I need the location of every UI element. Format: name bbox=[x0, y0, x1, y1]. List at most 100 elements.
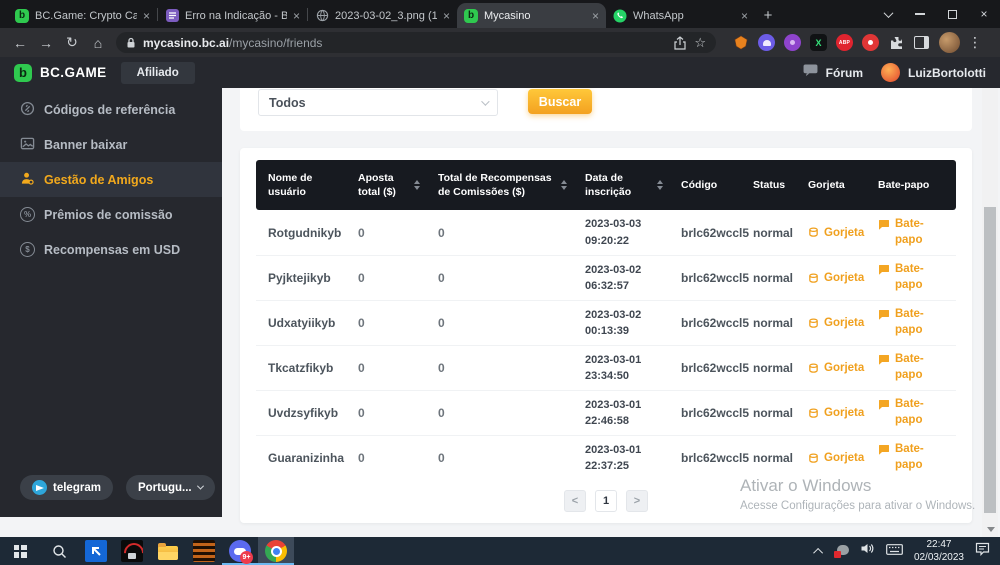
adblock-icon[interactable] bbox=[862, 34, 879, 51]
gorjeta-link[interactable]: Gorjeta bbox=[808, 452, 866, 464]
taskbar-clock[interactable]: 22:47 02/03/2023 bbox=[914, 538, 964, 564]
taskbar-file-explorer[interactable] bbox=[150, 537, 186, 565]
telegram-icon bbox=[32, 480, 47, 495]
batepapo-link[interactable]: Bate-papo bbox=[878, 262, 956, 293]
start-button[interactable] bbox=[0, 537, 40, 565]
taskbar-chrome[interactable] bbox=[258, 537, 294, 565]
chat-icon bbox=[878, 444, 890, 456]
close-window-button[interactable]: × bbox=[968, 0, 1000, 28]
taskbar-app-remote[interactable] bbox=[78, 537, 114, 565]
buscar-button[interactable]: Buscar bbox=[528, 89, 592, 114]
x-extension-icon[interactable]: X bbox=[810, 34, 827, 51]
sidebar-item-codigos[interactable]: Códigos de referência bbox=[0, 92, 222, 127]
batepapo-link[interactable]: Bate-papo bbox=[878, 307, 956, 338]
filter-select[interactable]: Todos bbox=[258, 89, 498, 116]
col-data[interactable]: Data de inscrição bbox=[573, 171, 669, 199]
tab-erro-indicacao[interactable]: Erro na Indicação - BC.Game × bbox=[158, 3, 307, 28]
tab-close-icon[interactable]: × bbox=[592, 9, 599, 23]
taskbar-discord[interactable]: 9+ bbox=[222, 537, 258, 565]
bookmark-star-icon[interactable]: ☆ bbox=[694, 35, 706, 51]
col-aposta[interactable]: Aposta total ($) bbox=[346, 171, 426, 199]
sort-icon[interactable] bbox=[414, 180, 420, 190]
batepapo-link[interactable]: Bate-papo bbox=[878, 442, 956, 473]
batepapo-link[interactable]: Bate-papo bbox=[878, 217, 956, 248]
menu-kebab-icon[interactable]: ⋮ bbox=[968, 34, 982, 51]
cell-codigo: brlc62wccl5 bbox=[669, 451, 741, 465]
language-selector[interactable]: Portugu... bbox=[126, 475, 215, 500]
puzzle-extensions-icon[interactable] bbox=[888, 34, 905, 51]
taskbar-app-game[interactable] bbox=[114, 537, 150, 565]
bcgame-logo[interactable]: b bbox=[14, 64, 32, 82]
taskbar-search-button[interactable] bbox=[40, 537, 78, 565]
new-tab-button[interactable]: + bbox=[755, 3, 781, 28]
scroll-down-arrow[interactable] bbox=[987, 527, 995, 532]
cell-comissoes: 0 bbox=[426, 361, 573, 375]
scrollbar-thumb[interactable] bbox=[984, 207, 996, 513]
next-page-button[interactable]: > bbox=[626, 490, 648, 512]
col-comissoes[interactable]: Total de Recompensas de Comissões ($) bbox=[426, 171, 573, 199]
hidden-icons-chevron[interactable] bbox=[813, 547, 823, 557]
filter-card: Todos Buscar bbox=[240, 88, 972, 131]
tab-image-png[interactable]: 2023-03-02_3.png (1024×76 × bbox=[308, 3, 457, 28]
cell-aposta: 0 bbox=[346, 451, 426, 465]
search-icon bbox=[52, 544, 67, 559]
tab-search-chevron-icon[interactable] bbox=[872, 0, 904, 28]
batepapo-link[interactable]: Bate-papo bbox=[878, 352, 956, 383]
tray-app-icon[interactable] bbox=[834, 545, 849, 558]
share-icon[interactable] bbox=[673, 36, 687, 50]
scrollbar-track[interactable] bbox=[982, 88, 998, 537]
user-avatar[interactable] bbox=[881, 63, 900, 82]
tab-close-icon[interactable]: × bbox=[443, 9, 450, 23]
tab-close-icon[interactable]: × bbox=[293, 9, 300, 23]
minimize-button[interactable] bbox=[904, 0, 936, 28]
touch-keyboard-icon[interactable] bbox=[886, 542, 903, 560]
side-panel-icon[interactable] bbox=[914, 36, 929, 49]
sort-icon[interactable] bbox=[657, 180, 663, 190]
address-bar[interactable]: mycasino.bc.ai/mycasino/friends ☆ bbox=[116, 32, 716, 53]
sidebar-item-gestao-amigos[interactable]: Gestão de Amigos bbox=[0, 162, 222, 197]
cell-data-inscricao: 2023-03-01 22:46:58 bbox=[573, 397, 669, 430]
tab-close-icon[interactable]: × bbox=[741, 9, 748, 23]
coins-icon bbox=[808, 273, 819, 284]
window-controls: × bbox=[872, 0, 1000, 28]
tab-bcgame[interactable]: b BC.Game: Crypto Casino Gam × bbox=[8, 3, 157, 28]
adblock-plus-icon[interactable]: ABP bbox=[836, 34, 853, 51]
cell-aposta: 0 bbox=[346, 316, 426, 330]
discord-icon: 9+ bbox=[229, 540, 251, 562]
gorjeta-link[interactable]: Gorjeta bbox=[808, 272, 866, 284]
sort-icon[interactable] bbox=[561, 180, 567, 190]
prev-page-button[interactable]: < bbox=[564, 490, 586, 512]
tab-close-icon[interactable]: × bbox=[143, 9, 150, 23]
taskbar-app-stripes[interactable] bbox=[186, 537, 222, 565]
action-center-icon[interactable] bbox=[975, 542, 990, 561]
telegram-button[interactable]: telegram bbox=[20, 475, 113, 500]
home-icon[interactable]: ⌂ bbox=[86, 35, 110, 51]
current-page[interactable]: 1 bbox=[595, 490, 617, 512]
cell-aposta: 0 bbox=[346, 361, 426, 375]
forum-link[interactable]: Fórum bbox=[826, 66, 863, 80]
metamask-icon[interactable] bbox=[732, 34, 749, 51]
volume-icon[interactable] bbox=[860, 542, 875, 560]
sidebar-item-recompensas[interactable]: $ Recompensas em USD bbox=[0, 232, 222, 267]
gorjeta-link[interactable]: Gorjeta bbox=[808, 317, 866, 329]
brand-text[interactable]: BC.GAME bbox=[40, 65, 107, 80]
back-icon[interactable]: ← bbox=[8, 35, 32, 51]
afiliado-button[interactable]: Afiliado bbox=[121, 62, 195, 84]
gorjeta-link[interactable]: Gorjeta bbox=[808, 407, 866, 419]
wallet-extension-icon[interactable] bbox=[758, 34, 775, 51]
sidebar-item-banner[interactable]: Banner baixar bbox=[0, 127, 222, 162]
tab-whatsapp[interactable]: WhatsApp × bbox=[606, 3, 755, 28]
reload-icon[interactable]: ↻ bbox=[60, 34, 84, 51]
user-name[interactable]: LuizBortolotti bbox=[908, 66, 986, 80]
batepapo-link[interactable]: Bate-papo bbox=[878, 397, 956, 428]
sidebar-item-premios[interactable]: % Prêmios de comissão bbox=[0, 197, 222, 232]
forward-icon[interactable]: → bbox=[34, 35, 58, 51]
gorjeta-link[interactable]: Gorjeta bbox=[808, 362, 866, 374]
purple-extension-icon[interactable] bbox=[784, 34, 801, 51]
profile-avatar[interactable] bbox=[939, 32, 960, 53]
cell-codigo: brlc62wccl5 bbox=[669, 271, 741, 285]
cell-comissoes: 0 bbox=[426, 451, 573, 465]
maximize-button[interactable] bbox=[936, 0, 968, 28]
tab-mycasino-active[interactable]: b Mycasino × bbox=[457, 3, 606, 28]
gorjeta-link[interactable]: Gorjeta bbox=[808, 227, 866, 239]
